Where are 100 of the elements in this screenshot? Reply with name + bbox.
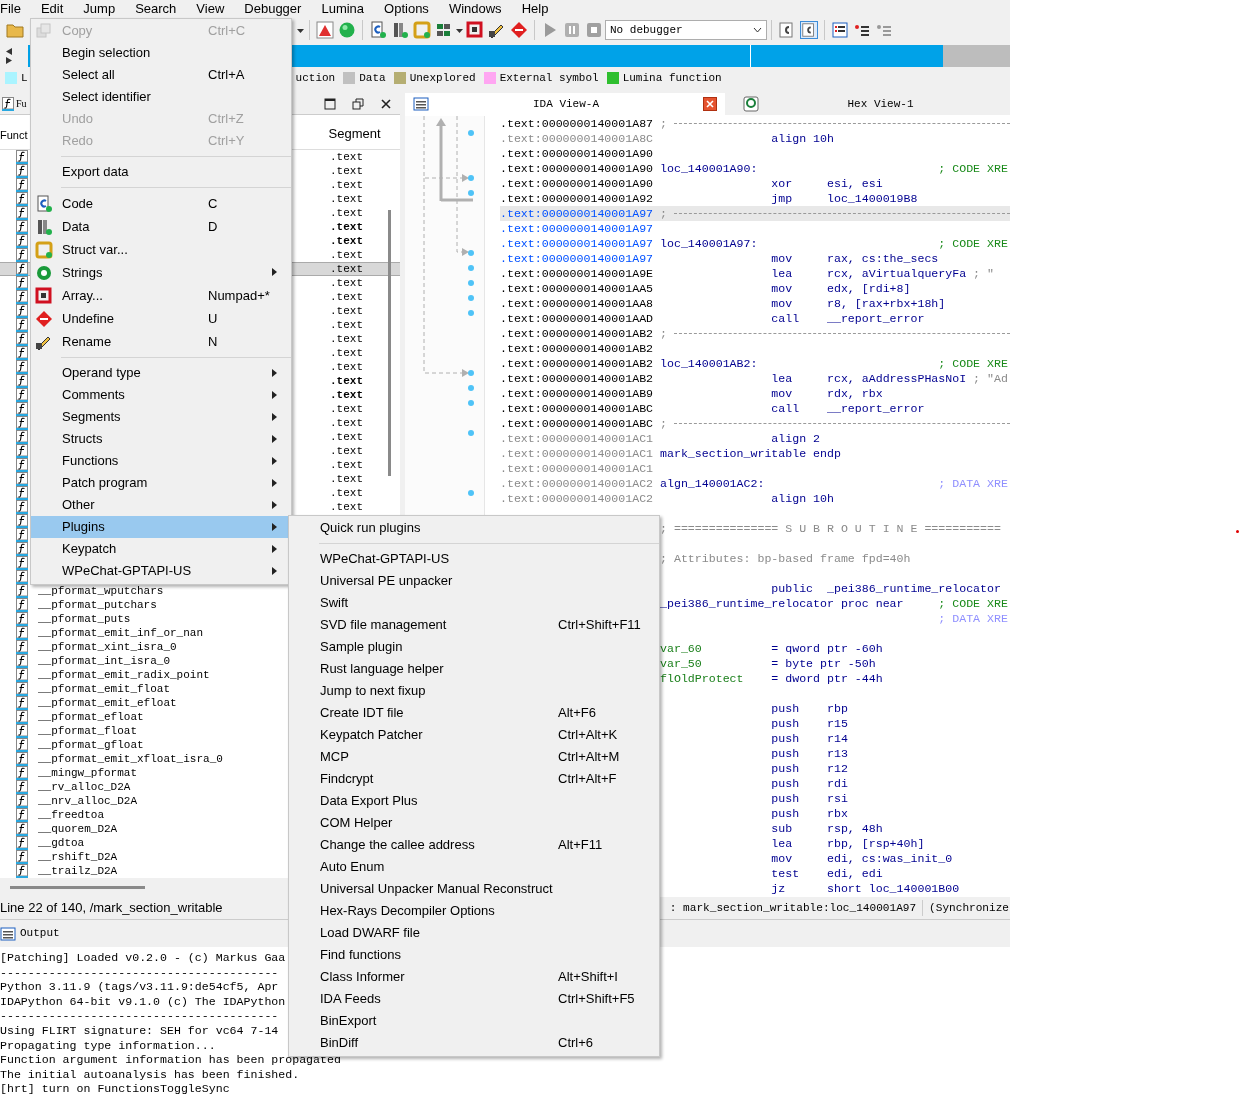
code-label: mark_section_writable endp — [660, 446, 841, 461]
menu-item[interactable]: Debugger — [244, 1, 310, 16]
menu-item[interactable]: Help — [521, 1, 557, 16]
function-name: __freedtoa — [38, 807, 105, 823]
scrollbar[interactable] — [10, 885, 145, 889]
view-tab[interactable]: Hex View-1 — [735, 93, 1010, 115]
menu-item[interactable]: Lumina — [321, 1, 373, 16]
menu-item[interactable]: Auto Enum — [289, 856, 659, 878]
menu-item[interactable]: Change the callee address Alt+F11 — [289, 834, 659, 856]
instruction-mnemonic: align 2 — [771, 431, 821, 446]
instruction-operands: _pei386_runtime_relocator — [827, 581, 1001, 596]
menu-item[interactable]: BinExport — [289, 1010, 659, 1032]
menu-item[interactable]: Functions — [31, 450, 291, 472]
menu-item[interactable]: Strings — [31, 261, 291, 284]
instruction-mnemonic: push — [771, 716, 800, 731]
instruction-operands: r12 — [827, 761, 848, 776]
menu-item[interactable]: Data Export Plus — [289, 790, 659, 812]
diamond-icon[interactable] — [510, 21, 528, 39]
maximize-icon[interactable] — [324, 97, 336, 110]
view-tab[interactable]: IDA View-A — [405, 93, 725, 115]
segment-name: .text — [330, 289, 363, 305]
menu-item[interactable]: Structs — [31, 428, 291, 450]
function-name: __trailz_D2A — [38, 863, 119, 879]
menu-item[interactable]: COM Helper — [289, 812, 659, 834]
list-icon[interactable] — [831, 21, 849, 39]
menu-item[interactable]: Load DWARF file — [289, 922, 659, 944]
menu-item[interactable]: Sample plugin — [289, 636, 659, 658]
menu-item[interactable]: Class Informer Alt+Shift+I — [289, 966, 659, 988]
menu-item[interactable]: Swift — [289, 592, 659, 614]
scrollbar[interactable] — [388, 210, 391, 476]
stop-icon[interactable] — [585, 21, 603, 39]
menu-item[interactable]: Export data — [31, 161, 291, 183]
column-header[interactable]: Segment — [328, 123, 381, 143]
menu-item[interactable]: Findcrypt Ctrl+Alt+F — [289, 768, 659, 790]
function-icon — [16, 696, 28, 710]
panel-tab[interactable]: Output — [0, 925, 60, 942]
close-icon[interactable] — [380, 97, 392, 110]
output-line: The initial autoanalysis has been finished. — [0, 1067, 300, 1083]
output-line: [Patching] Loaded v0.2.0 - (c) Markus Gaa — [0, 951, 286, 966]
menu-item[interactable]: Jump to next fixup — [289, 680, 659, 702]
grid-icon[interactable] — [435, 21, 453, 39]
menu-item[interactable]: WPeChat-GPTAPI-US — [31, 560, 291, 582]
output-line: [hrt] turn on FunctionsToggleSync — [0, 1082, 230, 1097]
menu-item[interactable]: Keypatch — [31, 538, 291, 560]
menu-item[interactable]: Edit — [40, 1, 72, 16]
menu-item[interactable]: Begin selection — [31, 42, 291, 64]
menu-item[interactable]: Jump — [83, 1, 124, 16]
menu-item[interactable]: Data D — [31, 215, 291, 238]
menu-item[interactable]: Options — [384, 1, 437, 16]
address-text: .text:0000000140001A90 — [500, 176, 655, 191]
menu-item[interactable]: SVD file management Ctrl+Shift+F11 — [289, 614, 659, 636]
document-icon[interactable] — [369, 21, 387, 39]
menu-item[interactable]: Rename N — [31, 330, 291, 353]
menu-item[interactable]: MCP Ctrl+Alt+M — [289, 746, 659, 768]
restore-icon[interactable] — [352, 97, 364, 110]
menu-item[interactable]: File — [0, 1, 29, 16]
menu-item[interactable]: Find functions — [289, 944, 659, 966]
menu-item[interactable]: Comments — [31, 384, 291, 406]
function-icon — [16, 304, 28, 318]
close-icon[interactable] — [703, 97, 717, 111]
menu-item[interactable]: Select identifier — [31, 86, 291, 108]
menu-item[interactable]: Struct var... — [31, 238, 291, 261]
menu-item[interactable]: Patch program — [31, 472, 291, 494]
function-icon — [16, 528, 28, 542]
instruction-operands: rbx — [827, 806, 848, 821]
instruction-operands: r15 — [827, 716, 848, 731]
debugger-select[interactable]: No debugger — [605, 20, 767, 40]
menu-item[interactable]: IDA Feeds Ctrl+Shift+F5 — [289, 988, 659, 1010]
document-icon[interactable] — [778, 21, 796, 39]
stack-icon[interactable] — [391, 21, 409, 39]
square-icon[interactable] — [466, 21, 484, 39]
status-text: Line 22 of 140, /mark_section_writable — [0, 899, 223, 918]
address-text: .text:0000000140001AA5 — [500, 281, 655, 296]
menu-item[interactable]: Undefine U — [31, 307, 291, 330]
menu-item[interactable]: Segments — [31, 406, 291, 428]
menu-item[interactable]: BinDiff Ctrl+6 — [289, 1032, 659, 1054]
menu-item[interactable]: Universal Unpacker Manual Reconstruct — [289, 878, 659, 900]
function-icon — [16, 472, 28, 486]
menu-item[interactable]: Hex-Rays Decompiler Options — [289, 900, 659, 922]
function-name: __pformat_emit_float — [38, 681, 172, 697]
menu-item[interactable]: Windows — [448, 1, 510, 16]
function-icon — [16, 430, 28, 444]
menu-item[interactable]: WPeChat-GPTAPI-US — [289, 548, 659, 570]
menu-item[interactable]: Quick run plugins — [289, 517, 659, 539]
menu-item[interactable]: Operand type — [31, 362, 291, 384]
menu-item[interactable]: View — [196, 1, 233, 16]
menu-item[interactable]: Other — [31, 494, 291, 516]
menu-item[interactable]: Code C — [31, 192, 291, 215]
menu-item[interactable]: Select all Ctrl+A — [31, 64, 291, 86]
shortcut-text: C — [208, 194, 218, 213]
menu-item[interactable]: Search — [135, 1, 185, 16]
document-icon[interactable] — [800, 21, 818, 39]
menu-item[interactable]: Create IDT file Alt+F6 — [289, 702, 659, 724]
menu-item[interactable]: Rust language helper — [289, 658, 659, 680]
menu-item[interactable]: Universal PE unpacker — [289, 570, 659, 592]
panel-tab[interactable]: Fu — [0, 96, 27, 111]
menu-item[interactable]: Keypatch Patcher Ctrl+Alt+K — [289, 724, 659, 746]
menu-item[interactable]: Array... Numpad+* — [31, 284, 291, 307]
column-header[interactable]: Funct — [0, 126, 28, 143]
menu-item[interactable]: Plugins — [31, 516, 291, 538]
